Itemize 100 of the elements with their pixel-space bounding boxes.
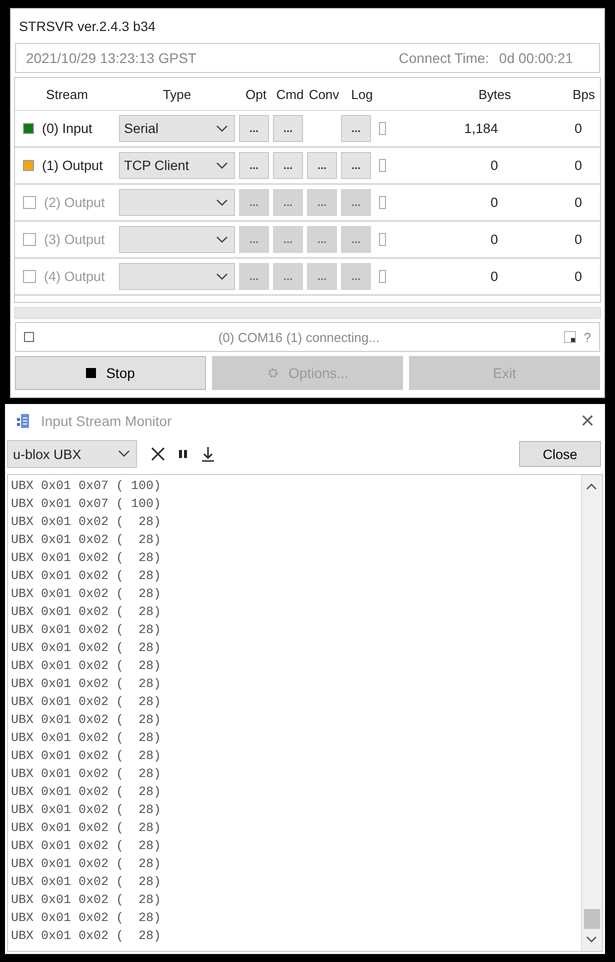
caret-icon: [118, 450, 130, 458]
bytes-value: 0: [489, 158, 498, 173]
log-line: UBX 0x01 0x02 ( 28): [11, 856, 162, 873]
caret-icon: [216, 236, 228, 244]
type-dropdown[interactable]: Serial: [119, 115, 235, 142]
log-checkbox[interactable]: [379, 159, 386, 172]
options-button[interactable]: ...: [341, 226, 371, 253]
stream-label: (2) Output: [44, 195, 105, 210]
log-line: UBX 0x01 0x02 ( 28): [11, 928, 162, 945]
options-button[interactable]: ...: [307, 263, 337, 290]
log-line: UBX 0x01 0x02 ( 28): [11, 622, 162, 639]
pause-icon[interactable]: [179, 450, 187, 458]
options-button[interactable]: ...: [341, 189, 371, 216]
log-line: UBX 0x01 0x02 ( 28): [11, 658, 162, 675]
options-button[interactable]: ...: [273, 115, 303, 142]
options-button[interactable]: ...: [341, 115, 371, 142]
log-line: UBX 0x01 0x02 ( 28): [11, 910, 162, 927]
options-button[interactable]: ...: [239, 226, 269, 253]
stop-icon: [86, 368, 96, 378]
log-checkbox[interactable]: [379, 196, 386, 209]
stream-label: (3) Output: [44, 232, 105, 247]
options-button[interactable]: ...: [341, 263, 371, 290]
log-checkbox[interactable]: [379, 122, 386, 135]
log-line: UBX 0x01 0x02 ( 28): [11, 802, 162, 819]
options-button[interactable]: ...: [273, 263, 303, 290]
status-indicator[interactable]: [23, 123, 34, 134]
status-indicator[interactable]: [23, 160, 34, 171]
log-line: UBX 0x01 0x02 ( 28): [11, 532, 162, 549]
options-button[interactable]: ...: [273, 189, 303, 216]
scroll-bar[interactable]: [14, 307, 601, 319]
log-line: UBX 0x01 0x02 ( 28): [11, 784, 162, 801]
help-button[interactable]: ?: [584, 330, 591, 344]
log-line: UBX 0x01 0x02 ( 28): [11, 820, 162, 837]
bps-value: 0: [573, 269, 582, 284]
stream-label: (4) Output: [44, 269, 105, 284]
type-dropdown[interactable]: [119, 263, 235, 290]
stream-label: (1) Output: [42, 158, 103, 173]
type-dropdown[interactable]: TCP Client: [119, 152, 235, 179]
column-header: Opt: [244, 86, 268, 102]
options-button[interactable]: ...: [307, 152, 337, 179]
log-line: UBX 0x01 0x02 ( 28): [11, 748, 162, 765]
options-button[interactable]: ...: [239, 263, 269, 290]
options-button[interactable]: ...: [239, 115, 269, 142]
column-header: Bytes: [477, 86, 511, 102]
log-checkbox[interactable]: [379, 270, 386, 283]
connect-time: 0d 00:00:21: [499, 50, 573, 66]
options-button[interactable]: ...: [341, 152, 371, 179]
column-header: Log: [350, 86, 374, 102]
log-line: UBX 0x01 0x02 ( 28): [11, 892, 162, 909]
log-line: UBX 0x01 0x02 ( 28): [11, 676, 162, 693]
caret-icon: [216, 162, 228, 170]
column-header: Conv: [308, 86, 340, 102]
options-button[interactable]: ...: [239, 189, 269, 216]
checkbox[interactable]: [23, 196, 36, 209]
log-line: UBX 0x01 0x02 ( 28): [11, 712, 162, 729]
options-button[interactable]: ...: [273, 226, 303, 253]
column-header: Cmd: [275, 86, 305, 102]
stop-button[interactable]: Stop: [15, 356, 206, 390]
type-dropdown[interactable]: [119, 226, 235, 253]
log-checkbox[interactable]: [379, 233, 386, 246]
type-dropdown[interactable]: [119, 189, 235, 216]
log-line: UBX 0x01 0x02 ( 28): [11, 514, 162, 531]
caret-icon: [216, 198, 228, 206]
gear-icon: [266, 367, 279, 379]
connect-time-label: Connect Time:: [398, 50, 490, 66]
bps-value: 0: [573, 121, 582, 136]
window-icon[interactable]: [564, 331, 576, 343]
options-button[interactable]: ...: [239, 152, 269, 179]
close-button[interactable]: Close: [519, 441, 601, 467]
bps-value: 0: [573, 195, 582, 210]
bytes-value: 0: [489, 269, 498, 284]
log-line: UBX 0x01 0x02 ( 28): [11, 604, 162, 621]
bps-value: 0: [573, 158, 582, 173]
caret-icon: [216, 272, 228, 280]
checkbox[interactable]: [23, 270, 36, 283]
log-line: UBX 0x01 0x02 ( 28): [11, 640, 162, 657]
log-line: UBX 0x01 0x02 ( 28): [11, 874, 162, 891]
options-button[interactable]: ...: [307, 226, 337, 253]
log-line: UBX 0x01 0x07 ( 100): [11, 496, 162, 513]
download-icon[interactable]: [201, 446, 215, 462]
checkbox[interactable]: [24, 332, 34, 342]
log-line: UBX 0x01 0x02 ( 28): [11, 766, 162, 783]
clear-icon[interactable]: [151, 447, 165, 461]
gps-time: 2021/10/29 13:23:13 GPST: [26, 50, 198, 66]
column-header: Stream: [45, 86, 89, 102]
scroll-bar[interactable]: [581, 475, 602, 951]
bytes-value: 0: [489, 195, 498, 210]
bytes-value: 1,184: [463, 121, 498, 136]
window-title: STRSVR ver.2.4.3 b34: [19, 18, 156, 34]
column-header: Type: [162, 86, 192, 102]
log-line: UBX 0x01 0x02 ( 28): [11, 694, 162, 711]
checkbox[interactable]: [23, 233, 36, 246]
close-icon[interactable]: ✕: [580, 410, 595, 432]
format-dropdown[interactable]: u-blox UBX: [7, 440, 137, 468]
options-button[interactable]: ...: [307, 189, 337, 216]
bps-value: 0: [573, 232, 582, 247]
options-button[interactable]: ...: [273, 152, 303, 179]
caret-icon: [216, 124, 228, 132]
log-line: UBX 0x01 0x02 ( 28): [11, 838, 162, 855]
log-line: UBX 0x01 0x02 ( 28): [11, 550, 162, 567]
